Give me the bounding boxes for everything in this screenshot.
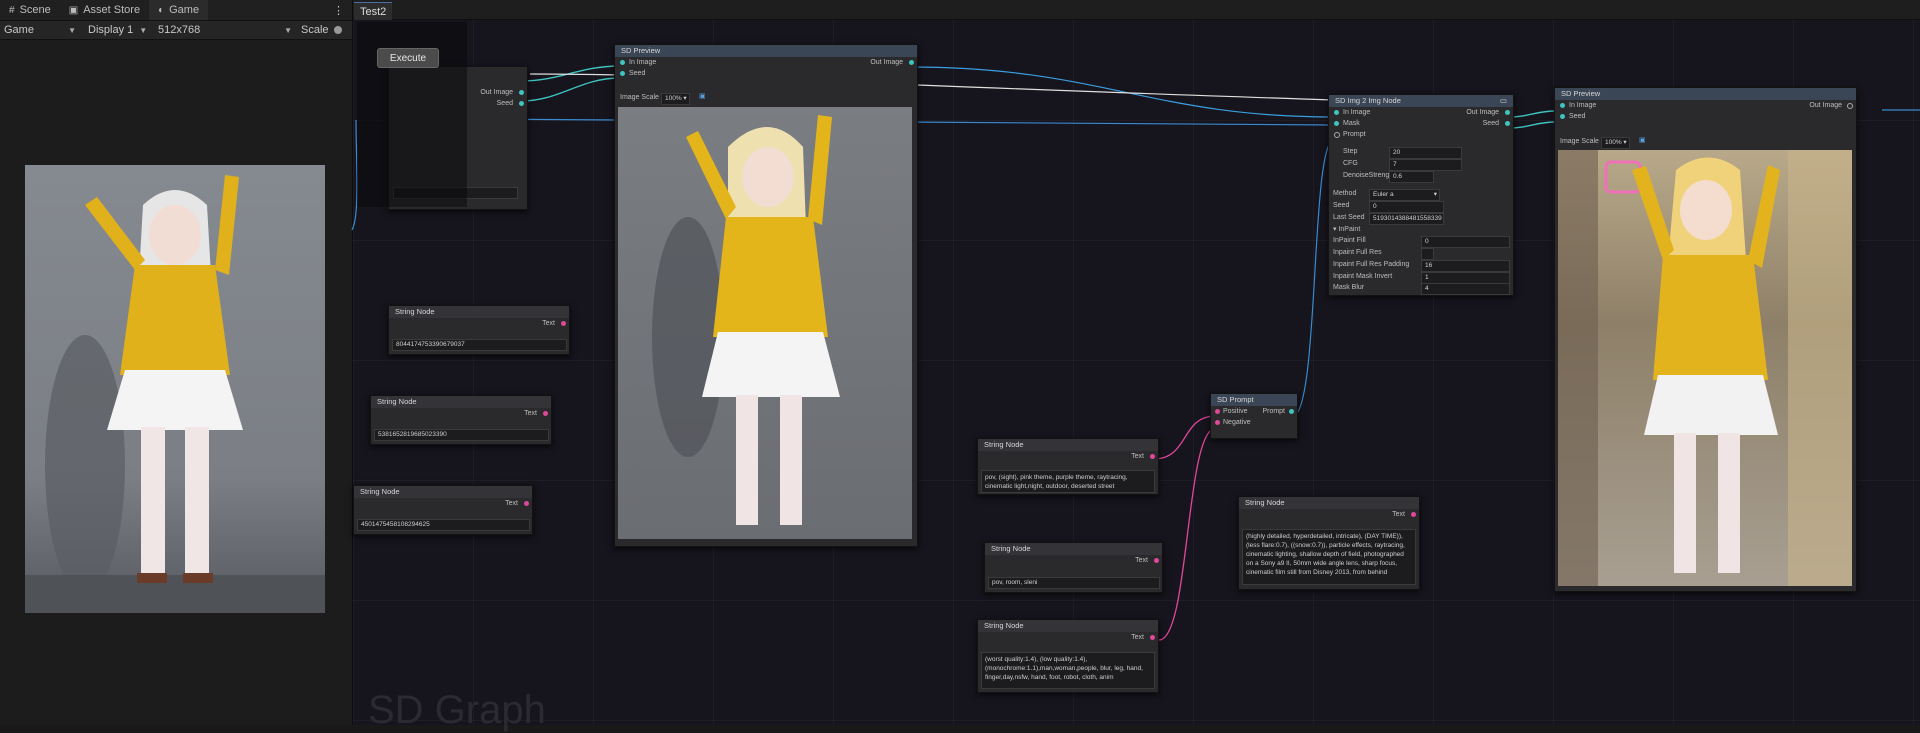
string-node-6[interactable]: String Node Text (worst quality:1.4), (l… (977, 619, 1159, 693)
node-title: SD Preview (615, 45, 917, 57)
string-value-field[interactable]: 8044174753390679037 (392, 339, 567, 351)
port-dot[interactable] (620, 71, 625, 76)
port-dot[interactable] (1215, 409, 1220, 414)
full-res-padding-field[interactable]: 16 (1421, 260, 1510, 272)
port-text[interactable]: Text (371, 408, 551, 419)
sd-preview-node-1[interactable]: SD Preview In Image Out Image Seed Image… (614, 44, 918, 547)
sd-prompt-node[interactable]: SD Prompt Positive Prompt Negative (1210, 393, 1298, 439)
string-value-field[interactable]: 5381652819685023390 (374, 429, 549, 441)
image-scale-dropdown[interactable]: 100% ▾ (661, 93, 690, 105)
port-dot[interactable] (1154, 558, 1159, 563)
port-mask[interactable]: Mask Seed (1329, 118, 1513, 129)
last-seed-field[interactable]: 5193014388481558339 (1369, 213, 1444, 225)
image-scale-dropdown[interactable]: 100% ▾ (1601, 137, 1630, 149)
string-value-textarea[interactable]: (worst quality:1.4), (low quality:1.4), … (981, 652, 1155, 689)
port-in-image[interactable]: In Image Out Image (615, 57, 917, 68)
inpaint-fill-field[interactable]: 0 (1421, 236, 1510, 248)
port-dot[interactable] (524, 501, 529, 506)
port-dot[interactable] (543, 411, 548, 416)
step-field[interactable]: 20 (1389, 147, 1462, 159)
preview-image (1558, 150, 1852, 586)
port-dot[interactable] (909, 60, 914, 65)
port-dot[interactable] (1334, 110, 1339, 115)
method-dropdown[interactable]: Euler a ▾ (1369, 189, 1440, 201)
port-text[interactable]: Text (985, 555, 1162, 566)
character-figure (1558, 150, 1852, 586)
collapse-icon[interactable]: ▭ (1500, 95, 1507, 107)
cfg-field[interactable]: 7 (1389, 159, 1462, 171)
node-title: String Node (978, 620, 1158, 632)
port-text[interactable]: Text (389, 318, 569, 329)
preview-image (618, 107, 912, 539)
node-title: String Node (354, 486, 532, 498)
node-title: SD Img 2 Img Node ▭ (1329, 95, 1513, 107)
string-value-field[interactable]: 4501475458108294625 (357, 519, 530, 531)
inpaint-foldout[interactable]: ▾ InPaint (1333, 225, 1360, 233)
port-seed[interactable]: Seed (1555, 111, 1856, 122)
port-dot[interactable] (519, 90, 524, 95)
string-node-7[interactable]: String Node Text (highly detailed, hyper… (1238, 496, 1420, 590)
string-node-4[interactable]: String Node Text pov, (sight), pink them… (977, 438, 1159, 495)
port-text[interactable]: Text (978, 451, 1158, 462)
port-dot[interactable] (1560, 103, 1565, 108)
port-text[interactable]: Text (354, 498, 532, 509)
port-dot[interactable] (1150, 454, 1155, 459)
port-in-image[interactable]: In Image Out Image (1555, 100, 1856, 111)
string-node-1[interactable]: String Node Text 8044174753390679037 (388, 305, 570, 355)
sd-img2img-node[interactable]: SD Img 2 Img Node ▭ In Image Out Image M… (1328, 94, 1514, 296)
port-negative[interactable]: Negative (1211, 417, 1297, 428)
port-prompt[interactable]: Prompt (1329, 129, 1513, 140)
port-dot[interactable] (1150, 635, 1155, 640)
string-value-field[interactable]: pov, room, sleni (988, 577, 1160, 589)
port-dot[interactable] (1215, 420, 1220, 425)
port-positive[interactable]: Positive Prompt (1211, 406, 1297, 417)
graph-title-watermark: SD Graph (368, 688, 546, 732)
port-in-image[interactable]: In Image Out Image (1329, 107, 1513, 118)
execute-button[interactable]: Execute (377, 48, 439, 68)
port-dot[interactable] (1334, 132, 1340, 138)
port-seed[interactable]: Seed (615, 68, 917, 79)
mask-blur-field[interactable]: 4 (1421, 283, 1510, 295)
full-res-checkbox[interactable] (1421, 248, 1434, 260)
port-dot[interactable] (1289, 409, 1294, 414)
sd-preview-node-2[interactable]: SD Preview In Image Out Image Seed Image… (1554, 87, 1857, 592)
port-text[interactable]: Text (1239, 509, 1419, 520)
port-dot[interactable] (1334, 121, 1339, 126)
node-title: String Node (978, 439, 1158, 451)
port-dot[interactable] (1411, 512, 1416, 517)
port-dot[interactable] (519, 101, 524, 106)
port-dot[interactable] (561, 321, 566, 326)
save-icon[interactable]: ▣ (1639, 136, 1646, 144)
port-dot[interactable] (1847, 103, 1853, 109)
port-dot[interactable] (620, 60, 625, 65)
node-title: SD Prompt (1211, 394, 1297, 406)
seed-field[interactable]: 0 (1369, 201, 1444, 213)
string-value-textarea[interactable]: pov, (sight), pink theme, purple theme, … (981, 470, 1155, 493)
node-title: String Node (371, 396, 551, 408)
port-text[interactable]: Text (978, 632, 1158, 643)
node-title: SD Preview (1555, 88, 1856, 100)
node-title: String Node (389, 306, 569, 318)
string-node-3[interactable]: String Node Text 4501475458108294625 (353, 485, 533, 535)
port-dot[interactable] (1505, 110, 1510, 115)
port-dot[interactable] (1505, 121, 1510, 126)
denoise-field[interactable]: 0.6 (1389, 171, 1434, 183)
node-title: String Node (1239, 497, 1419, 509)
string-node-2[interactable]: String Node Text 5381652819685023390 (370, 395, 552, 445)
node-title: String Node (985, 543, 1162, 555)
port-dot[interactable] (1560, 114, 1565, 119)
character-figure (652, 115, 840, 525)
string-node-5[interactable]: String Node Text pov, room, sleni (984, 542, 1163, 593)
string-value-textarea[interactable]: (highly detailed, hyperdetailed, intrica… (1242, 529, 1416, 585)
save-icon[interactable]: ▣ (699, 92, 706, 100)
